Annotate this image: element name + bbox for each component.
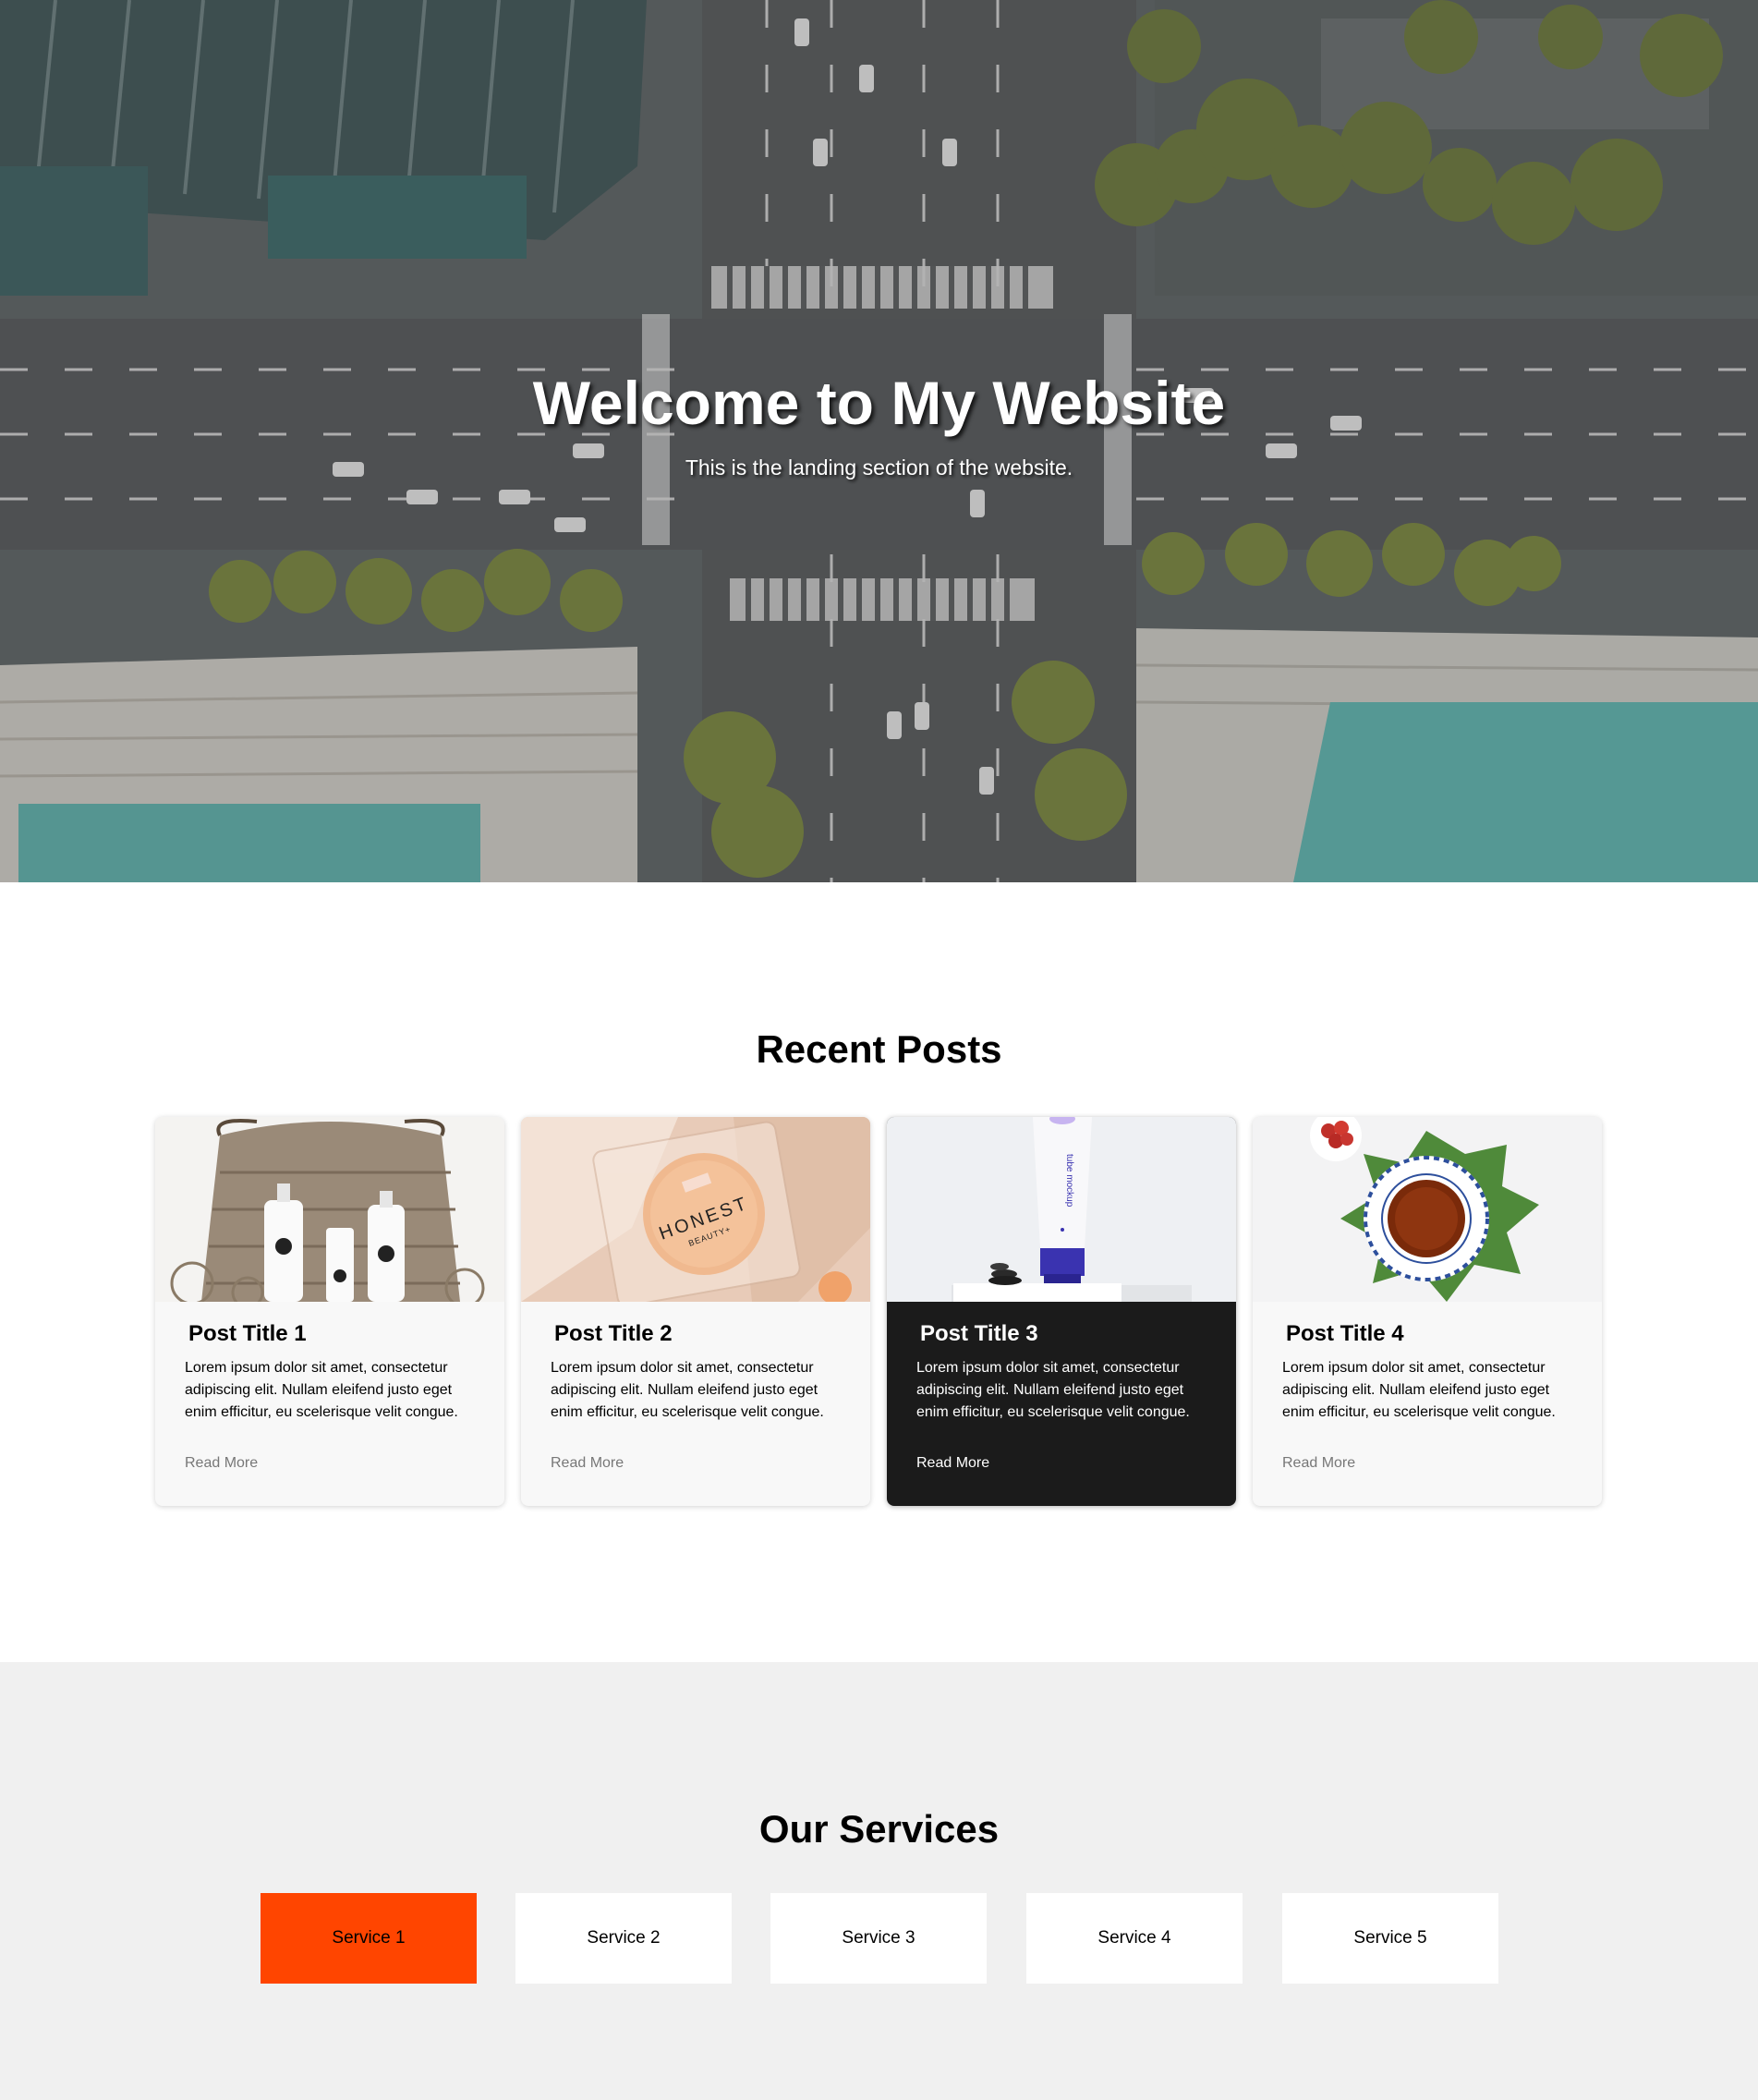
- service-1-button[interactable]: Service 1: [261, 1893, 477, 1984]
- post-title: Post Title 2: [554, 1321, 673, 1346]
- tube-mockup-image: tube mockup: [887, 1117, 1236, 1302]
- read-more-link[interactable]: Read More: [551, 1455, 624, 1472]
- service-4-button[interactable]: Service 4: [1026, 1893, 1243, 1984]
- hero-overlay: [0, 0, 1758, 882]
- hero-subtitle: This is the landing section of the websi…: [685, 455, 1073, 479]
- read-more-link[interactable]: Read More: [185, 1455, 258, 1472]
- post-excerpt: Lorem ipsum dolor sit amet, consectetur …: [1282, 1360, 1556, 1420]
- read-more-link[interactable]: Read More: [1282, 1455, 1355, 1472]
- hero-section: Welcome to My Website This is the landin…: [0, 0, 1758, 882]
- post-title: Post Title 3: [920, 1321, 1038, 1346]
- post-card-2[interactable]: HONEST BEAUTY+ Post Title 2 Lorem ipsum …: [521, 1117, 870, 1506]
- service-3-button[interactable]: Service 3: [770, 1893, 987, 1984]
- post-card-1[interactable]: Post Title 1 Lorem ipsum dolor sit amet,…: [155, 1117, 504, 1506]
- skincare-bottles-basket-image: [155, 1117, 504, 1302]
- service-2-button[interactable]: Service 2: [515, 1893, 732, 1984]
- tea-cup-leaf-image: [1253, 1117, 1602, 1302]
- post-excerpt: Lorem ipsum dolor sit amet, consectetur …: [916, 1360, 1190, 1420]
- post-card-4[interactable]: Post Title 4 Lorem ipsum dolor sit amet,…: [1253, 1117, 1602, 1506]
- post-title: Post Title 4: [1286, 1321, 1404, 1346]
- tube-label-text: tube mockup: [1064, 1154, 1074, 1208]
- post-excerpt: Lorem ipsum dolor sit amet, consectetur …: [551, 1360, 824, 1420]
- services-heading: Our Services: [758, 1807, 1000, 1851]
- services-section: Our Services Service 1 Service 2 Service…: [0, 1662, 1758, 2100]
- service-5-button[interactable]: Service 5: [1282, 1893, 1498, 1984]
- read-more-link[interactable]: Read More: [916, 1455, 989, 1472]
- hero-title: Welcome to My Website: [532, 369, 1226, 437]
- post-excerpt: Lorem ipsum dolor sit amet, consectetur …: [185, 1360, 458, 1420]
- post-title: Post Title 1: [188, 1321, 307, 1346]
- post-card-3[interactable]: tube mockup Post Title 3 Lorem ipsum dol…: [887, 1117, 1236, 1506]
- recent-posts-heading: Recent Posts: [756, 1027, 1002, 1071]
- honest-beauty-compact-image: HONEST BEAUTY+: [521, 1117, 870, 1302]
